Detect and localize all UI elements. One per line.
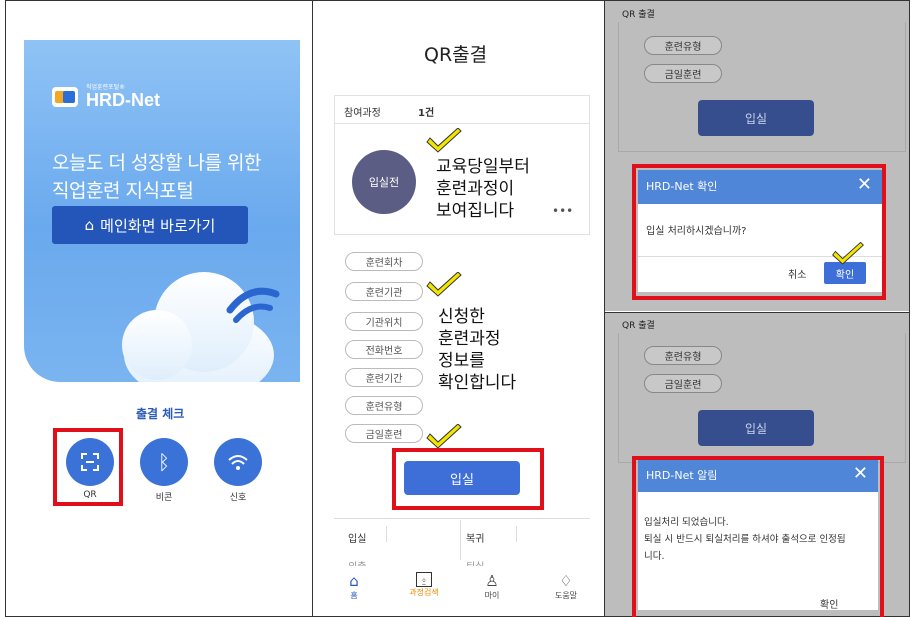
cloud-illustration (122, 310, 192, 380)
annotation-line: 교육당일부터 (436, 157, 530, 177)
field-pill: 훈련기관 (345, 282, 423, 301)
highlight-box (632, 164, 886, 300)
field-pill: 금일훈련 (345, 424, 423, 443)
field-pill: 훈련유형 (644, 346, 722, 365)
home-icon: ⌂ (349, 572, 359, 590)
main-page-button-label: 메인화면 바로가기 (100, 216, 216, 235)
tab-my[interactable]: ♙ 마이 (472, 572, 512, 601)
hrd-net-logo: 직업훈련포털® HRD-Net (52, 84, 160, 109)
screen-header: QR 출결 (622, 321, 655, 331)
bluetooth-icon: ᛒ (158, 450, 170, 474)
tab-help[interactable]: ♢ 도움말 (546, 572, 586, 601)
signal-label: 신호 (229, 493, 247, 503)
signal-button[interactable] (214, 438, 262, 486)
home-outline-icon: ⌂ (84, 216, 95, 234)
tab-label: 홈 (350, 591, 358, 600)
annotation-line: 확인합니다 (438, 373, 517, 393)
annotation-line: 훈련과정 (438, 329, 501, 349)
logo-text: HRD-Net (86, 90, 160, 110)
status-badge: 입실전 (352, 150, 416, 214)
tab-label: 도움말 (554, 591, 578, 600)
annotation-line: 보여집니다 (436, 201, 515, 221)
divider (334, 518, 590, 519)
field-pill: 훈련기간 (345, 368, 423, 387)
highlight-box (632, 456, 884, 617)
wifi-icon (228, 455, 248, 470)
field-pill: 전화번호 (345, 340, 423, 359)
wifi-wave-illustration (226, 287, 280, 323)
highlight-box (392, 448, 544, 510)
highlight-box (53, 428, 123, 506)
logo-icon (52, 86, 78, 107)
field-pill: 기관위치 (345, 312, 423, 331)
field-pill: 훈련회차 (345, 252, 423, 271)
divider (312, 0, 313, 617)
divider (334, 123, 590, 124)
attendance-check-title: 출결 체크 (136, 407, 185, 421)
beacon-label: 비콘 (155, 493, 173, 503)
page-title: QR출결 (424, 44, 488, 66)
table-cell: 복귀 (466, 534, 485, 545)
checkmark-icon (426, 128, 462, 153)
annotation-line: 훈련과정이 (436, 179, 515, 199)
divider (386, 526, 387, 542)
divider (516, 526, 517, 542)
field-pill: 훈련유형 (345, 396, 423, 415)
tab-course-search[interactable]: ⍛ 과정검색 (404, 572, 444, 598)
main-page-button[interactable]: ⌂ 메인화면 바로가기 (52, 206, 248, 244)
hero-headline: 직업훈련 지식포털 (52, 180, 194, 202)
checkmark-icon (426, 272, 462, 297)
field-pill: 훈련유형 (644, 36, 722, 55)
person-icon: ♙ (485, 572, 499, 590)
field-pill: 금일훈련 (644, 374, 722, 393)
bell-icon: ♢ (559, 572, 573, 590)
tab-home[interactable]: ⌂ 홈 (334, 572, 374, 601)
hero-headline: 오늘도 더 성장할 나를 위한 (52, 152, 261, 174)
beacon-button[interactable]: ᛒ (140, 438, 188, 486)
course-count: 1건 (418, 108, 435, 119)
screen-header: QR 출결 (622, 10, 655, 20)
table-cell: 입실 (348, 534, 367, 545)
checkin-button[interactable]: 입실 (698, 410, 814, 446)
annotation-line: 정보를 (438, 351, 485, 371)
more-icon[interactable]: ••• (552, 204, 573, 218)
tab-label: 과정검색 (409, 588, 439, 597)
checkin-button[interactable]: 입실 (698, 100, 814, 136)
annotation-text: 신청한 훈련과정 정보를 확인합니다 (438, 306, 516, 394)
field-pill: 금일훈련 (644, 64, 722, 83)
annotation-text: 교육당일부터 훈련과정이 보여집니다 (436, 156, 530, 222)
course-label: 참여과정 (344, 108, 381, 119)
search-doc-icon: ⍛ (416, 572, 432, 587)
annotation-line: 신청한 (438, 307, 485, 327)
tab-label: 마이 (484, 591, 500, 600)
divider (460, 520, 461, 560)
